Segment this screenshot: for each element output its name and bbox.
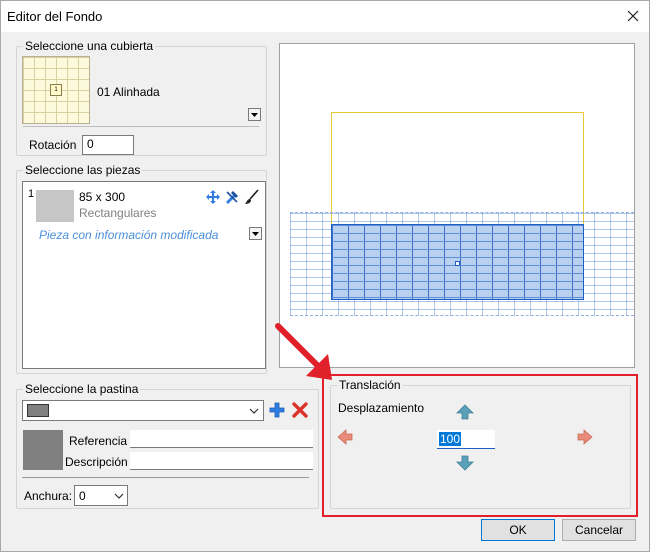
piezas-list: 1 85 x 300 Rectangulares Pieza con infor… <box>22 181 266 369</box>
pastina-combobox[interactable] <box>22 400 264 421</box>
arrow-up-icon <box>456 404 474 420</box>
piece-index: 1 <box>28 188 35 200</box>
piece-swatch <box>36 190 74 222</box>
descripcion-field[interactable] <box>130 452 313 470</box>
preview-center-marker <box>455 261 460 266</box>
rotacion-input[interactable]: 0 <box>82 135 134 155</box>
anchura-select[interactable]: 0 <box>74 485 128 506</box>
delete-pastina-icon[interactable] <box>291 401 309 419</box>
piece-note: Pieza con información modificada <box>39 228 219 242</box>
pastina-divider <box>22 477 309 478</box>
move-right-button[interactable] <box>577 429 593 445</box>
cubierta-divider <box>23 126 259 127</box>
cubierta-center-tile: 1 <box>50 84 62 96</box>
pastina-swatch-large <box>23 430 63 470</box>
chevron-down-icon <box>251 112 258 117</box>
translacion-legend: Translación <box>337 378 403 392</box>
pastina-swatch-small <box>27 404 49 417</box>
move-up-button[interactable] <box>456 404 474 420</box>
cubierta-center-marker: 1 <box>54 87 58 93</box>
pastina-legend: Seleccione la pastina <box>23 382 141 396</box>
cancel-button[interactable]: Cancelar <box>562 519 636 541</box>
piece-size: 85 x 300 <box>79 190 126 204</box>
cubierta-name: 01 Alinhada <box>97 85 160 99</box>
window-title: Editor del Fondo <box>7 9 103 24</box>
chevron-down-icon <box>252 231 259 236</box>
anchura-value: 0 <box>79 489 86 503</box>
cubierta-thumbnail[interactable]: 1 <box>22 56 90 124</box>
piece-dropdown-button[interactable] <box>249 227 262 240</box>
ok-button[interactable]: OK <box>481 519 555 541</box>
chevron-down-icon <box>114 493 124 499</box>
cubierta-dropdown-button[interactable] <box>248 108 261 121</box>
chevron-down-icon <box>249 408 259 414</box>
cubierta-legend: Seleccione una cubierta <box>23 39 156 53</box>
close-icon <box>627 10 639 22</box>
tools-icon[interactable] <box>224 189 240 205</box>
annotation-arrow <box>275 323 332 380</box>
piece-type: Rectangulares <box>79 206 157 220</box>
brush-icon[interactable] <box>244 189 260 205</box>
referencia-label: Referencia <box>69 434 128 448</box>
close-button[interactable] <box>622 5 644 27</box>
rotacion-label: Rotación <box>29 138 77 152</box>
referencia-field[interactable] <box>130 430 313 448</box>
arrow-right-icon <box>577 429 593 445</box>
desplazamiento-input[interactable]: 100 <box>437 430 495 449</box>
anchura-label: Anchura: <box>24 489 73 503</box>
arrow-left-icon <box>337 429 353 445</box>
desplazamiento-label: Desplazamiento <box>338 401 425 415</box>
move-left-button[interactable] <box>337 429 353 445</box>
move-down-button[interactable] <box>456 455 474 471</box>
descripcion-label: Descripción <box>65 455 128 469</box>
desplazamiento-value: 100 <box>439 432 462 446</box>
pastina-combobox-arrow[interactable] <box>247 404 261 418</box>
piezas-legend: Seleccione las piezas <box>23 163 143 177</box>
add-pastina-icon[interactable] <box>268 401 286 419</box>
arrow-down-icon <box>456 455 474 471</box>
list-item[interactable]: 1 85 x 300 Rectangulares Pieza con infor… <box>23 182 265 246</box>
move-piece-icon[interactable] <box>205 189 221 205</box>
